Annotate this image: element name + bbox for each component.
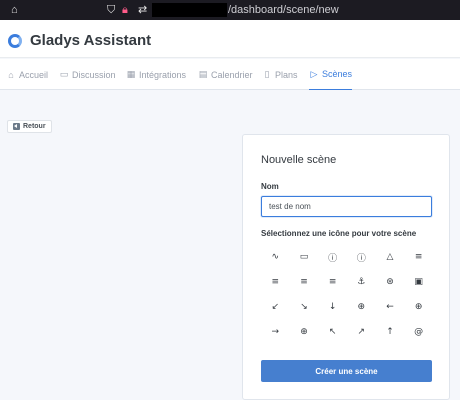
lock-icon[interactable]: 🔒︎ xyxy=(122,3,128,17)
align-center-icon[interactable]: ≡ xyxy=(404,247,433,267)
app-header: Gladys Assistant xyxy=(0,20,460,58)
aperture-icon[interactable]: ⊛ xyxy=(376,272,405,292)
home-icon[interactable]: ⌂ xyxy=(11,3,18,17)
map-icon: ▯ xyxy=(264,69,270,79)
create-scene-button[interactable]: Créer une scène xyxy=(261,360,432,382)
archive-icon[interactable]: ▣ xyxy=(404,272,433,292)
activity-icon[interactable]: ∿ xyxy=(261,247,290,267)
alert-circle-icon[interactable]: ⓘ xyxy=(318,247,347,267)
arrow-left-icon[interactable]: ← xyxy=(376,297,405,317)
arrow-up-circle-icon[interactable]: ⊕ xyxy=(290,322,319,342)
gladys-logo-icon[interactable] xyxy=(8,34,22,48)
arrow-down-left-icon[interactable]: ↙ xyxy=(261,297,290,317)
card-title: Nouvelle scène xyxy=(261,154,337,166)
nav-item-label: Intégrations xyxy=(139,69,187,80)
alert-octagon-icon[interactable]: ⓘ xyxy=(347,247,376,267)
nav-item-accueil[interactable]: ⌂ Accueil xyxy=(6,59,48,90)
arrow-right-icon[interactable]: → xyxy=(261,322,290,342)
name-label: Nom xyxy=(261,182,279,191)
new-scene-card: Nouvelle scène Nom Sélectionnez une icôn… xyxy=(242,134,450,400)
nav-item-scenes[interactable]: ▷ Scènes xyxy=(309,59,353,90)
airplay-icon[interactable]: ▭ xyxy=(290,247,319,267)
arrow-up-right-icon[interactable]: ↗ xyxy=(347,322,376,342)
calendar-icon: ▤ xyxy=(198,69,208,79)
icon-select-label: Sélectionnez une icône pour votre scène xyxy=(261,229,417,238)
back-button-label: Retour xyxy=(23,123,46,130)
main-nav: ⌂ Accueil ▭ Discussion ▦ Intégrations ▤ … xyxy=(0,59,460,90)
arrow-left-circle-icon[interactable]: ⊕ xyxy=(404,297,433,317)
house-icon: ⌂ xyxy=(8,69,14,80)
play-icon: ▷ xyxy=(310,68,318,79)
at-sign-icon[interactable]: @ xyxy=(404,322,433,342)
nav-item-label: Discussion xyxy=(72,69,116,80)
name-input[interactable] xyxy=(261,196,432,217)
align-right-icon[interactable]: ≡ xyxy=(318,272,347,292)
arrow-up-left-icon[interactable]: ↖ xyxy=(318,322,347,342)
nav-item-label: Calendrier xyxy=(211,69,253,80)
grid-icon: ▦ xyxy=(126,69,136,79)
arrow-up-icon[interactable]: ↑ xyxy=(376,322,405,342)
alert-triangle-icon[interactable]: △ xyxy=(376,247,405,267)
nav-item-plans[interactable]: ▯ Plans xyxy=(262,59,298,90)
nav-item-label: Accueil xyxy=(19,69,49,80)
anchor-icon[interactable]: ⚓ xyxy=(347,272,376,292)
nav-item-label: Plans xyxy=(275,69,298,80)
back-button[interactable]: Retour xyxy=(7,120,52,133)
nav-item-discussion[interactable]: ▭ Discussion xyxy=(59,59,116,90)
arrow-down-right-icon[interactable]: ↘ xyxy=(290,297,319,317)
shield-icon[interactable]: ⛉ xyxy=(107,3,115,17)
browser-toolbar: ⌂ ⛉ 🔒︎ ⇄ /dashboard/scene/new xyxy=(0,0,460,20)
icon-grid: ∿ ▭ ⓘ ⓘ △ ≡ ≡ ≡ ≡ ⚓ ⊛ ▣ ↙ ↘ ↓ ⊕ ← ⊕ → ⊕ ↖ ↗ ↑ @ xyxy=(261,247,433,342)
nav-item-label: Scènes xyxy=(322,69,353,79)
align-justify-icon[interactable]: ≡ xyxy=(261,272,290,292)
url-text[interactable]: /dashboard/scene/new xyxy=(228,3,339,17)
arrow-down-icon[interactable]: ↓ xyxy=(318,297,347,317)
chat-icon: ▭ xyxy=(59,69,69,79)
brand-title[interactable]: Gladys Assistant xyxy=(30,32,151,49)
permissions-icon[interactable]: ⇄ xyxy=(138,3,147,17)
nav-item-calendrier[interactable]: ▤ Calendrier xyxy=(198,59,253,90)
url-redacted-block[interactable] xyxy=(152,3,227,17)
back-arrow-icon xyxy=(13,123,20,130)
arrow-down-circle-icon[interactable]: ⊕ xyxy=(347,297,376,317)
nav-item-integrations[interactable]: ▦ Intégrations xyxy=(126,59,186,90)
align-left-icon[interactable]: ≡ xyxy=(290,272,319,292)
